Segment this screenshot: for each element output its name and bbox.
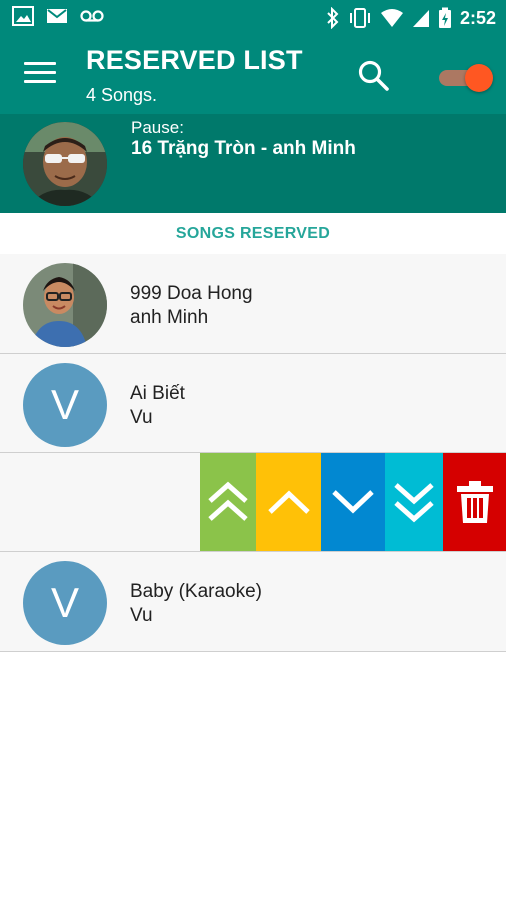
song-avatar [23, 263, 107, 347]
song-artist: Vu [130, 605, 153, 626]
chevron-down-icon [332, 490, 374, 514]
page-title: RESERVED LIST [86, 45, 303, 75]
now-playing-bar[interactable]: Pause: 16 Trặng Tròn - anh Minh [0, 114, 506, 213]
song-avatar: V [23, 561, 107, 645]
app-bar: RESERVED LIST 4 Songs. [0, 36, 506, 114]
voicemail-icon [80, 10, 104, 22]
search-icon [358, 60, 389, 91]
image-icon [12, 6, 34, 26]
double-chevron-down-icon [394, 483, 434, 523]
menu-button[interactable] [24, 62, 56, 86]
toggle-thumb [465, 64, 493, 92]
move-down-button[interactable] [321, 453, 385, 551]
song-title: 999 Doa Hong [130, 283, 253, 304]
section-header: SONGS RESERVED [0, 213, 506, 253]
vibrate-icon [349, 8, 370, 28]
song-title: Ai Biết [130, 383, 185, 404]
move-up-button[interactable] [256, 453, 321, 551]
search-button[interactable] [356, 58, 392, 94]
status-time: 2:52 [459, 8, 496, 28]
song-row[interactable]: 999 Doa Hong anh Minh [0, 254, 506, 354]
song-count: 4 Songs. [86, 85, 158, 105]
move-to-top-button[interactable] [200, 453, 256, 551]
menu-icon [24, 62, 56, 83]
song-row[interactable]: V Ai Biết Vu [0, 354, 506, 453]
wifi-icon [380, 9, 403, 27]
email-icon [47, 9, 67, 23]
now-playing-status: Pause: [131, 118, 184, 137]
toggle-switch[interactable] [437, 62, 495, 92]
now-playing-song: 16 Trặng Tròn - anh Minh [131, 138, 356, 159]
swipe-actions [200, 453, 506, 551]
chevron-up-icon [267, 490, 310, 514]
signal-icon [412, 10, 429, 27]
double-chevron-up-icon [208, 481, 248, 521]
battery-charging-icon [438, 7, 451, 28]
delete-button[interactable] [443, 453, 506, 551]
bluetooth-icon [327, 7, 339, 29]
song-artist: Vu [130, 407, 153, 428]
status-bar: 2:52 [0, 0, 506, 36]
song-avatar: V [23, 363, 107, 447]
song-artist: anh Minh [130, 307, 209, 328]
song-title: Baby (Karaoke) [130, 581, 263, 602]
trash-icon [456, 481, 493, 523]
song-row-swiped[interactable] [0, 453, 506, 552]
now-playing-avatar [23, 122, 107, 206]
move-to-bottom-button[interactable] [385, 453, 443, 551]
song-row[interactable]: V Baby (Karaoke) Vu [0, 552, 506, 652]
